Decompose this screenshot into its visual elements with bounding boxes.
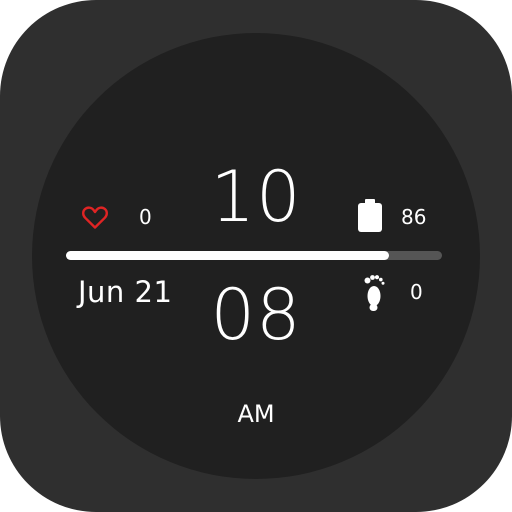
steps-value: 0 (410, 280, 423, 304)
heart-rate-value: 0 (139, 205, 152, 229)
date-display: Jun 21 (78, 275, 173, 309)
hour-display: 10 (210, 156, 302, 238)
am-pm-indicator: AM (237, 400, 275, 428)
progress-bar (66, 251, 442, 260)
heart-icon (82, 206, 108, 229)
battery-value: 86 (401, 205, 427, 229)
battery-icon (358, 199, 382, 232)
watch-screen: 0 10 86 Jun 21 08 0 AM (0, 0, 512, 512)
progress-fill (66, 251, 390, 260)
minute-display: 08 (210, 274, 302, 356)
footprint-icon (364, 275, 385, 311)
